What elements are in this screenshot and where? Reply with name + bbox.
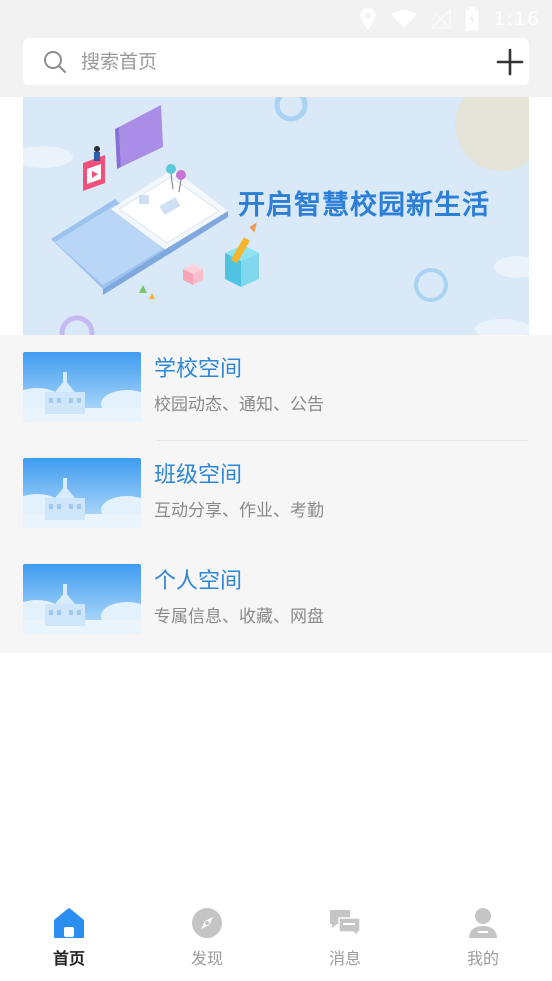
status-icons: 1:16 <box>359 6 540 32</box>
list-item-class-space[interactable]: 班级空间 互动分享、作业、考勤 <box>0 441 552 547</box>
nav-label: 发现 <box>190 949 223 968</box>
search-icon <box>44 51 67 74</box>
list-item-subtitle: 校园动态、通知、公告 <box>154 395 324 415</box>
nav-discover[interactable]: 发现 <box>138 897 276 981</box>
user-icon <box>469 908 497 938</box>
home-icon <box>54 908 84 938</box>
chat-icon <box>330 910 361 938</box>
location-icon <box>360 8 376 30</box>
personal-thumbnail <box>23 564 141 634</box>
nav-profile[interactable]: 我的 <box>414 897 552 981</box>
nav-home[interactable]: 首页 <box>0 897 138 981</box>
list-item-subtitle: 互动分享、作业、考勤 <box>154 501 324 521</box>
class-thumbnail <box>23 458 141 528</box>
plus-icon[interactable] <box>495 47 525 77</box>
banner[interactable]: 开启智慧校园新生活 <box>23 97 529 335</box>
banner-title: 开启智慧校园新生活 <box>238 190 490 221</box>
space-list: 学校空间 校园动态、通知、公告 班级空间 互动分享、作业、考勤 个人空间 专属信… <box>0 335 552 653</box>
search-bar[interactable]: 搜索首页 <box>23 38 529 85</box>
status-time: 1:16 <box>493 8 540 30</box>
nav-label: 首页 <box>52 949 85 968</box>
list-item-title: 学校空间 <box>154 357 243 382</box>
wifi-icon <box>391 10 417 28</box>
list-item-school-space[interactable]: 学校空间 校园动态、通知、公告 <box>0 335 552 441</box>
list-item-title: 班级空间 <box>154 463 243 488</box>
list-item-title: 个人空间 <box>154 569 243 594</box>
nav-label: 我的 <box>466 949 499 968</box>
search-input[interactable]: 搜索首页 <box>81 50 157 74</box>
signal-icon <box>431 9 452 29</box>
battery-icon <box>465 7 479 31</box>
status-bar: 1:16 <box>0 0 552 38</box>
school-thumbnail <box>23 352 141 422</box>
nav-label: 消息 <box>328 949 361 968</box>
top-header: 1:16 搜索首页 <box>0 0 552 97</box>
list-item-personal-space[interactable]: 个人空间 专属信息、收藏、网盘 <box>0 547 552 653</box>
compass-icon <box>192 908 222 938</box>
list-item-subtitle: 专属信息、收藏、网盘 <box>154 607 324 627</box>
bottom-nav: 首页 发现 消息 我的 <box>0 897 552 981</box>
nav-messages[interactable]: 消息 <box>276 897 414 981</box>
